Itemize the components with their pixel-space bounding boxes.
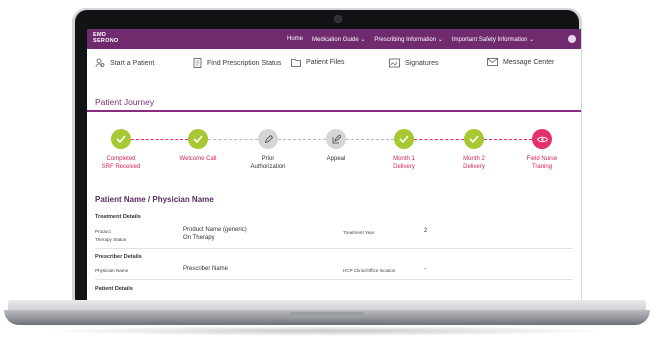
journey-step-3-status-icon[interactable] bbox=[258, 129, 278, 149]
journey-step-5-status-icon[interactable] bbox=[394, 129, 414, 149]
signatures-button[interactable]: Signatures bbox=[389, 58, 438, 68]
journey-step-7-label: Field Nurse Traning bbox=[526, 156, 558, 170]
journey-step-4-label: Appeal bbox=[326, 156, 346, 162]
find-prescription-status-label: Find Prescription Status bbox=[207, 59, 282, 67]
patient-files-label: Patient Files bbox=[306, 59, 345, 66]
camera-icon bbox=[334, 15, 342, 23]
action-toolbar: Start a Patient Find Prescription Status… bbox=[87, 49, 581, 77]
find-prescription-status-button[interactable]: Find Prescription Status bbox=[193, 58, 281, 68]
signatures-label: Signatures bbox=[405, 59, 439, 67]
journey-step-3-label: Prior Authorization bbox=[250, 156, 286, 170]
clinic-location-label: HCP Clinic/Office location bbox=[343, 268, 396, 273]
journey-step-2-label: Welcome Call bbox=[179, 156, 217, 162]
message-center-button[interactable]: Message Center bbox=[487, 58, 554, 66]
envelope-icon bbox=[487, 58, 498, 66]
patient-physician-heading: Patient Name / Physician Name bbox=[95, 195, 214, 204]
person-icon bbox=[95, 58, 105, 68]
physician-name-value: Prescriber Name bbox=[183, 266, 229, 272]
journey-step-4-status-icon[interactable] bbox=[326, 129, 346, 149]
user-avatar-icon[interactable] bbox=[568, 35, 576, 43]
clinic-location-value: - bbox=[424, 266, 426, 272]
logo-line-2: SERONO bbox=[93, 38, 119, 44]
section-divider bbox=[95, 248, 573, 249]
journey-connector bbox=[414, 139, 464, 140]
journey-step-1-status-icon[interactable] bbox=[111, 129, 131, 149]
product-value: Product Name (generic) bbox=[183, 227, 247, 233]
patient-journey-title: Patient Journey bbox=[95, 97, 155, 107]
journey-connector bbox=[278, 139, 326, 140]
journey-step-5-label: Month 1 Delivery bbox=[393, 156, 415, 170]
nav-links: Home Medication Guide ⌄ Prescribing Info… bbox=[287, 29, 543, 49]
treatment-details-header: Treatment Details bbox=[95, 214, 141, 220]
therapy-status-label: Therapy Status bbox=[95, 237, 127, 242]
brand-logo[interactable]: EMD SERONO bbox=[93, 32, 119, 44]
top-navbar: EMD SERONO Home Medication Guide ⌄ Presc… bbox=[87, 29, 581, 49]
document-icon bbox=[193, 58, 202, 68]
patient-details-header: Patient Details bbox=[95, 286, 133, 292]
prescriber-details-header: Prescriber Details bbox=[95, 254, 142, 260]
journey-step-6-label: Month 2 Delivery bbox=[463, 156, 485, 170]
nav-link-important-safety-information[interactable]: Important Safety Information ⌄ bbox=[452, 36, 534, 43]
start-patient-button[interactable]: Start a Patient bbox=[95, 58, 154, 68]
nav-link-prescribing-information[interactable]: Prescribing Information ⌄ bbox=[374, 36, 442, 43]
start-patient-label: Start a Patient bbox=[110, 59, 155, 67]
journey-divider bbox=[87, 110, 581, 112]
journey-connector bbox=[131, 139, 188, 140]
laptop-mockup: EMD SERONO Home Medication Guide ⌄ Presc… bbox=[0, 0, 654, 350]
folder-icon bbox=[291, 59, 301, 67]
laptop-notch bbox=[290, 312, 364, 318]
journey-step-6-status-icon[interactable] bbox=[464, 129, 484, 149]
signature-icon bbox=[389, 58, 400, 68]
laptop-shadow bbox=[40, 326, 614, 336]
treatment-year-value: 2 bbox=[424, 228, 428, 234]
journey-step-2-status-icon[interactable] bbox=[188, 129, 208, 149]
therapy-status-value: On Therapy bbox=[183, 235, 215, 241]
screen: EMD SERONO Home Medication Guide ⌄ Presc… bbox=[87, 29, 581, 300]
journey-connector bbox=[208, 139, 258, 140]
physician-name-label: Physician Name bbox=[95, 268, 129, 273]
treatment-year-label: Treatment Year bbox=[343, 230, 375, 235]
journey-connector bbox=[484, 139, 532, 140]
nav-link-home[interactable]: Home bbox=[287, 36, 303, 42]
journey-step-7-status-icon[interactable] bbox=[532, 129, 552, 149]
message-center-label: Message Center bbox=[503, 58, 555, 66]
product-label: Product bbox=[95, 229, 111, 234]
journey-connector bbox=[346, 139, 394, 140]
patient-files-button[interactable]: Patient Files bbox=[291, 58, 345, 67]
nav-link-medication-guide[interactable]: Medication Guide ⌄ bbox=[312, 36, 365, 43]
section-divider bbox=[95, 279, 573, 280]
journey-step-1-label: Completed SRF Received bbox=[101, 156, 141, 170]
